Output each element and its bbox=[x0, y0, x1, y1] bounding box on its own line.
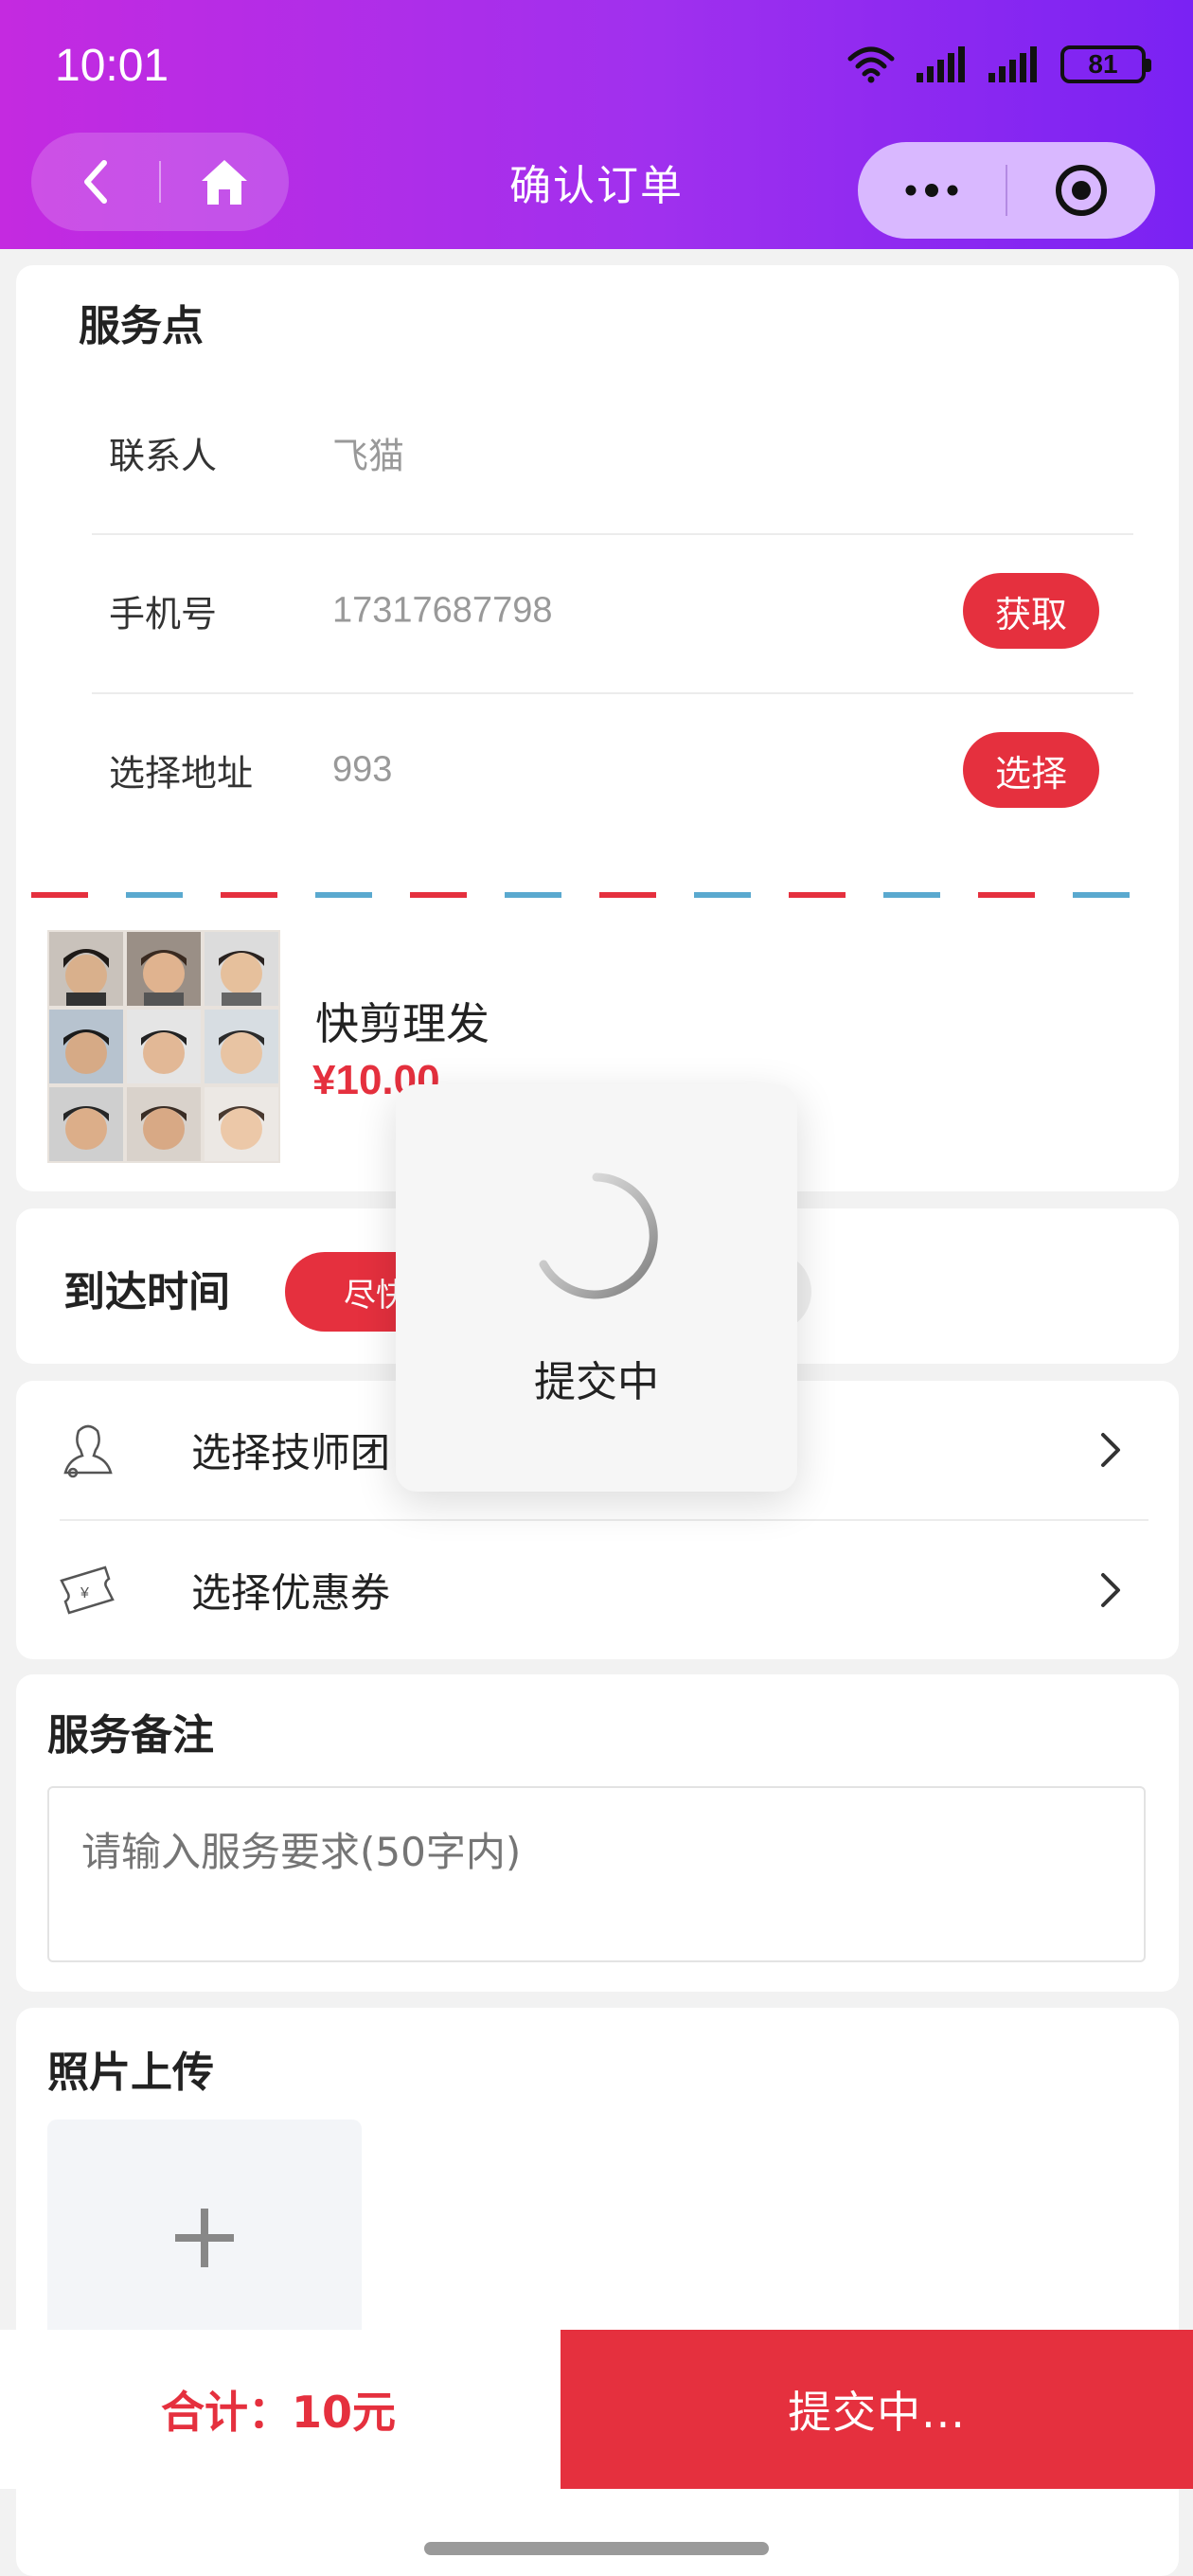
status-icons: 81 bbox=[846, 45, 1151, 83]
battery-icon: 81 bbox=[1060, 45, 1151, 83]
add-photo-button[interactable] bbox=[47, 2120, 362, 2356]
total-price: 合计：10元 bbox=[161, 2387, 397, 2438]
select-coupon-label: 选择优惠券 bbox=[191, 1569, 391, 1617]
phone-row: 手机号 17317687798 获取 bbox=[92, 535, 1133, 687]
svg-text:¥: ¥ bbox=[80, 1585, 89, 1601]
get-phone-button[interactable]: 获取 bbox=[963, 573, 1099, 649]
home-indicator bbox=[424, 2542, 769, 2555]
phone-value[interactable]: 17317687798 bbox=[332, 591, 552, 632]
remark-title: 服务备注 bbox=[47, 1711, 214, 1760]
select-address-button[interactable]: 选择 bbox=[963, 732, 1099, 808]
address-label: 选择地址 bbox=[109, 752, 254, 795]
coupon-icon: ¥ bbox=[60, 1565, 115, 1615]
product-name: 快剪理发 bbox=[315, 998, 490, 1049]
address-row: 选择地址 993 选择 bbox=[92, 694, 1133, 846]
loading-text: 提交中 bbox=[534, 1358, 659, 1406]
more-button[interactable] bbox=[858, 142, 1006, 239]
remark-input[interactable] bbox=[47, 1786, 1146, 1962]
phone-label: 手机号 bbox=[109, 593, 218, 635]
status-time: 10:01 bbox=[55, 41, 169, 91]
chevron-right-icon bbox=[1101, 1433, 1120, 1467]
photo-upload-card: 照片上传 bbox=[16, 2008, 1179, 2576]
contact-value[interactable]: 飞猫 bbox=[332, 427, 404, 479]
contact-label: 联系人 bbox=[109, 435, 218, 477]
airmail-divider bbox=[31, 892, 1163, 898]
chevron-right-icon bbox=[1101, 1573, 1120, 1607]
select-technician-label: 选择技师团 bbox=[191, 1429, 391, 1476]
target-circle-icon bbox=[1056, 165, 1107, 216]
close-miniprogram-button[interactable] bbox=[1007, 142, 1155, 239]
submit-order-button[interactable]: 提交中... bbox=[561, 2330, 1193, 2489]
service-point-title: 服务点 bbox=[79, 302, 204, 350]
technician-icon bbox=[63, 1424, 113, 1478]
signal-icon-2 bbox=[988, 46, 1037, 82]
product-image bbox=[47, 930, 280, 1163]
mini-program-capsule bbox=[858, 142, 1155, 239]
photo-upload-title: 照片上传 bbox=[47, 2048, 214, 2097]
select-coupon-row[interactable]: ¥ 选择优惠券 bbox=[16, 1521, 1179, 1659]
arrival-time-label: 到达时间 bbox=[63, 1268, 230, 1316]
plus-icon bbox=[175, 2209, 234, 2267]
remark-card: 服务备注 bbox=[16, 1674, 1179, 1992]
contact-row[interactable]: 联系人 飞猫 bbox=[92, 377, 1133, 528]
loading-spinner-icon bbox=[539, 1172, 658, 1299]
app-header: 10:01 81 确认订单 bbox=[0, 0, 1193, 249]
checkout-bar: 合计：10元 提交中... bbox=[0, 2330, 1193, 2489]
address-value[interactable]: 993 bbox=[332, 750, 392, 791]
signal-icon bbox=[917, 46, 965, 82]
more-dots-icon bbox=[905, 184, 958, 197]
loading-toast: 提交中 bbox=[396, 1084, 797, 1492]
wifi-icon bbox=[847, 46, 895, 83]
